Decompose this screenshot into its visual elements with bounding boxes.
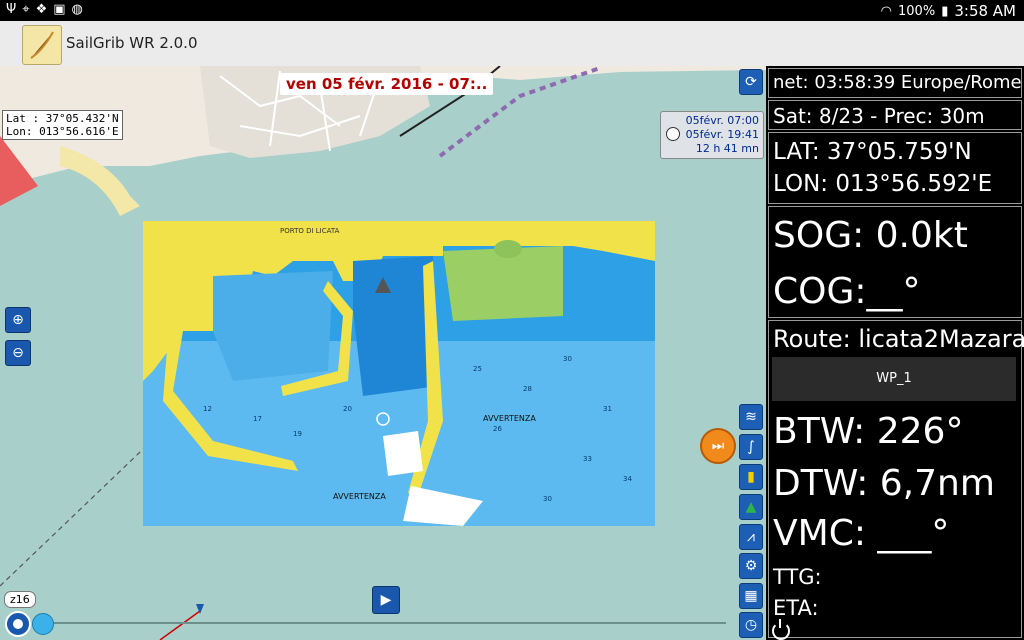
speed-over-ground: SOG: 0.0kt — [773, 215, 968, 256]
sunset-time: 05févr. 19:41 — [685, 128, 759, 141]
usb-icon: Ψ — [6, 2, 23, 17]
svg-text:31: 31 — [603, 405, 612, 413]
svg-text:30: 30 — [563, 355, 572, 363]
location-icon: ⌖ — [22, 2, 36, 17]
grib-weather-icon[interactable]: ≋ — [739, 404, 763, 430]
network-time: net: 03:58:39 Europe/Rome — [773, 72, 1022, 93]
chart-label-port: PORTO DI LICATA — [280, 227, 340, 235]
moon-phase-icon — [666, 127, 680, 141]
play-animation-button[interactable]: ▶ — [372, 586, 400, 614]
estimated-arrival: ETA: — [773, 596, 819, 620]
svg-text:19: 19 — [293, 430, 302, 438]
svg-text:30: 30 — [543, 495, 552, 503]
sun-times-box[interactable]: 05févr. 07:00 05févr. 19:41 12 h 41 mn — [660, 111, 764, 159]
app-notification-icon: ▣ — [53, 2, 72, 17]
chart-label-warning-2: AVVERTENZA — [333, 492, 386, 501]
course-over-ground: COG:__° — [773, 271, 921, 312]
map-view[interactable]: 25 28 30 31 26 17 19 12 20 33 34 30 PORTO DI LIC… — [0, 66, 766, 640]
svg-text:33: 33 — [583, 455, 592, 463]
velocity-made-on-course: VMC: ___° — [773, 513, 950, 554]
app-logo-icon[interactable] — [22, 25, 62, 65]
dropbox-icon: ❖ — [35, 2, 54, 17]
boat-latitude: LAT: 37°05.759'N — [773, 139, 972, 165]
clock-icon[interactable]: ◷ — [739, 612, 763, 638]
speed-course-cell: SOG: 0.0kt COG:__° — [768, 206, 1022, 318]
lateral-buoy-icon[interactable]: ▲ — [739, 494, 763, 520]
cursor-lat: Lat : 37°05.432'N — [6, 112, 119, 125]
bearing-to-waypoint: BTW: 226° — [773, 411, 964, 452]
table-icon[interactable]: ▦ — [739, 583, 763, 609]
waypoint-button[interactable]: WP_1 — [772, 357, 1016, 401]
svg-text:20: 20 — [343, 405, 352, 413]
compass-notification-icon: ◍ — [71, 2, 89, 17]
cardinal-buoy-icon[interactable]: ▮ — [739, 464, 763, 490]
status-bar: Ψ⌖❖▣◍ ◠ 100% ▮ 3:58 AM — [0, 0, 1024, 21]
sunrise-time: 05févr. 07:00 — [685, 114, 759, 127]
route-icon[interactable]: ∫ — [739, 434, 763, 460]
battery-level: 100% — [898, 3, 936, 19]
clock: 3:58 AM — [954, 2, 1016, 20]
svg-text:25: 25 — [473, 365, 482, 373]
sync-weather-icon[interactable]: ⟳ — [739, 69, 763, 95]
daylight-duration: 12 h 41 mn — [695, 142, 759, 155]
zoom-in-button[interactable]: ⊕ — [5, 307, 31, 333]
svg-text:34: 34 — [623, 475, 632, 483]
app-title: SailGrib WR 2.0.0 — [66, 34, 198, 52]
chart-label-warning-1: AVVERTENZA — [483, 414, 536, 423]
distance-to-waypoint: DTW: 6,7nm — [773, 463, 995, 504]
battery-icon: ▮ — [941, 3, 949, 19]
zoom-level-badge: z16 — [4, 591, 36, 608]
boat-longitude: LON: 013°56.592'E — [773, 171, 993, 197]
gps-cell: Sat: 8/23 - Prec: 30m — [768, 100, 1022, 130]
time-cell: net: 03:58:39 Europe/Rome — [768, 68, 1022, 98]
position-cell: LAT: 37°05.759'N LON: 013°56.592'E — [768, 132, 1022, 204]
time-to-go: TTG: — [773, 565, 822, 589]
time-slider-knob[interactable] — [32, 613, 54, 635]
svg-text:12: 12 — [203, 405, 212, 413]
cursor-lon: Lon: 013°56.616'E — [6, 125, 119, 138]
wifi-icon: ◠ — [880, 3, 893, 19]
svg-text:17: 17 — [253, 415, 262, 423]
svg-text:26: 26 — [493, 425, 502, 433]
satellite-status: Sat: 8/23 - Prec: 30m — [773, 104, 985, 128]
center-on-boat-button[interactable] — [5, 611, 31, 637]
notification-icons: Ψ⌖❖▣◍ — [6, 2, 89, 17]
action-bar: SailGrib WR 2.0.0 — [0, 21, 1024, 67]
svg-text:28: 28 — [523, 385, 532, 393]
measure-compass-icon[interactable]: ⩘ — [739, 524, 763, 550]
time-slider-track[interactable] — [52, 622, 726, 624]
cursor-position-box: Lat : 37°05.432'N Lon: 013°56.616'E — [2, 110, 123, 140]
fast-forward-button[interactable]: ⏭ — [700, 428, 736, 464]
settings-gear-icon[interactable]: ⚙ — [739, 553, 763, 579]
route-name: Route: licata2Mazara — [773, 325, 1024, 353]
zoom-out-button[interactable]: ⊖ — [5, 340, 31, 366]
forecast-date-banner[interactable]: ven 05 févr. 2016 - 07:.. — [280, 73, 494, 95]
nautical-chart-overlay: 25 28 30 31 26 17 19 12 20 33 34 30 PORTO DI LIC… — [143, 221, 655, 526]
instrument-panel: net: 03:58:39 Europe/Rome Sat: 8/23 - Pr… — [766, 66, 1024, 640]
power-icon[interactable] — [772, 619, 790, 640]
